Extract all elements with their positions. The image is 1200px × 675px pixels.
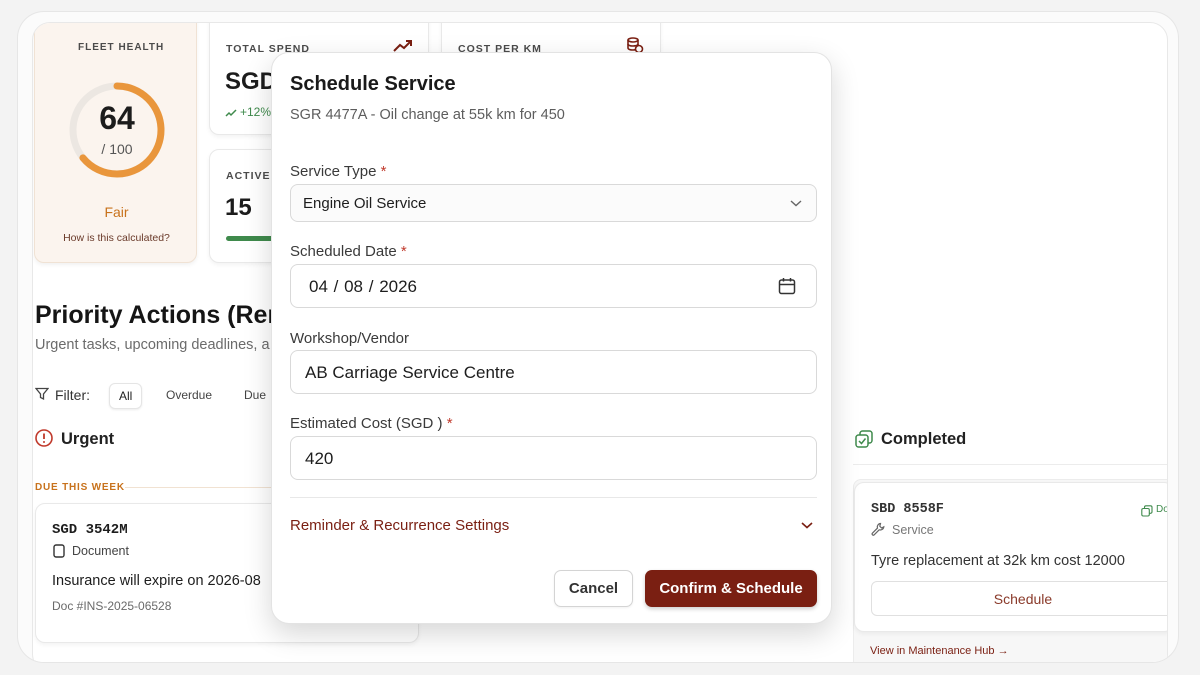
priority-title: Priority Actions (Rem [35, 301, 290, 329]
urgent-card-desc: Insurance will expire on 2026-08 [52, 573, 261, 589]
done-copy-icon [1141, 505, 1153, 517]
service-type-value: Engine Oil Service [303, 195, 427, 212]
health-calc-link[interactable]: How is this calculated? [35, 232, 198, 244]
health-score: 64 [99, 100, 135, 136]
modal-title: Schedule Service [290, 73, 456, 95]
urgent-group-label: DUE THIS WEEK [35, 482, 125, 493]
service-type-select[interactable]: Engine Oil Service [290, 184, 817, 222]
urgent-title: Urgent [61, 430, 115, 448]
completed-card[interactable]: SBD 8558F Do Service Tyre replacement at… [854, 482, 1168, 632]
maintenance-hub-link[interactable]: View in Maintenance Hub → [870, 645, 1009, 657]
urgent-card-plate: SGD 3542M [52, 522, 128, 538]
health-max: / 100 [101, 141, 133, 157]
scheduled-date-label: Scheduled Date * [290, 243, 407, 260]
schedule-button[interactable]: Schedule [871, 581, 1167, 616]
filter-label: Filter: [55, 387, 90, 403]
completed-divider [853, 464, 1167, 465]
urgent-card-doc: Doc #INS-2025-06528 [52, 599, 172, 613]
chevron-down-icon [790, 200, 802, 207]
completed-check-icon [855, 430, 873, 448]
vendor-input[interactable]: AB Carriage Service Centre [290, 350, 817, 394]
trend-up-small-icon [225, 109, 237, 117]
chevron-down-icon[interactable] [800, 520, 814, 530]
urgent-card-type: Document [72, 544, 129, 558]
alert-circle-icon [35, 429, 53, 447]
filter-icon [35, 387, 49, 401]
filter-chip-all[interactable]: All [109, 383, 143, 409]
active-value: 15 [225, 194, 252, 221]
estimated-cost-label: Estimated Cost (SGD ) * [290, 415, 453, 432]
fleet-health-label: FLEET HEALTH [78, 42, 165, 53]
active-progress-bar [226, 236, 276, 241]
health-rating: Fair [104, 204, 129, 220]
reminder-divider [290, 497, 817, 498]
calendar-icon[interactable] [778, 277, 796, 295]
modal-subtitle: SGR 4477A - Oil change at 55k km for 450 [290, 107, 565, 123]
cancel-button[interactable]: Cancel [554, 570, 633, 607]
wrench-icon [871, 522, 885, 536]
completed-card-desc: Tyre replacement at 32k km cost 12000 [871, 553, 1125, 569]
fleet-health-card: FLEET HEALTH 64 / 100 Fair How is this c… [34, 23, 198, 263]
filter-chip-due[interactable]: Due [235, 383, 275, 407]
completed-card-tag: Do [1156, 504, 1168, 515]
active-label: ACTIVE [226, 170, 271, 182]
completed-title: Completed [881, 430, 967, 448]
confirm-schedule-button[interactable]: Confirm & Schedule [645, 570, 817, 607]
estimated-cost-input[interactable]: 420 [290, 436, 817, 480]
total-spend-value: SGD [225, 68, 278, 95]
priority-subtitle: Urgent tasks, upcoming deadlines, a [35, 337, 270, 353]
service-type-label: Service Type * [290, 163, 387, 180]
completed-panel: SBD 8558F Do Service Tyre replacement at… [853, 479, 1168, 662]
vendor-label: Workshop/Vendor [290, 330, 409, 347]
vendor-value: AB Carriage Service Centre [305, 363, 515, 382]
document-icon [53, 544, 65, 558]
completed-card-plate: SBD 8558F [871, 502, 944, 517]
completed-card-type: Service [892, 523, 934, 537]
reminder-settings-toggle[interactable]: Reminder & Recurrence Settings [290, 517, 509, 534]
filter-chip-overdue[interactable]: Overdue [157, 383, 221, 407]
schedule-service-modal: Schedule Service SGR 4477A - Oil change … [271, 52, 832, 624]
scheduled-date-input[interactable]: 04 / 08 / 2026 [290, 264, 817, 308]
date-value: 04 / 08 / 2026 [309, 277, 418, 296]
cost-value: 420 [305, 449, 334, 468]
total-spend-trend: +12% [240, 105, 272, 119]
